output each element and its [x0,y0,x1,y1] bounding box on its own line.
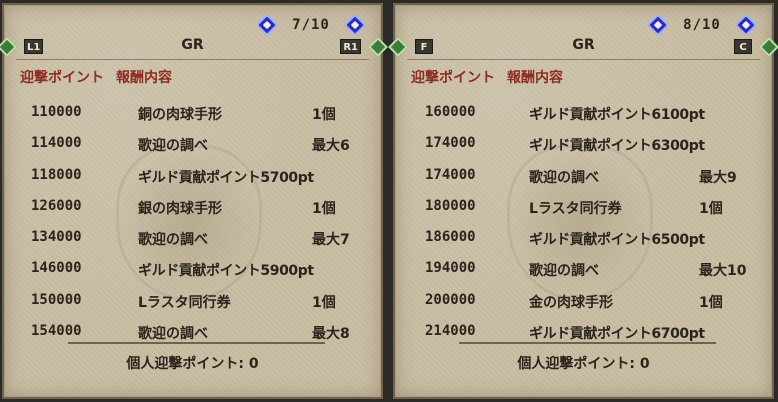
list-item: 134000 歌迎の調べ 最大7 [4,225,381,256]
points-value: 214000 [425,323,476,340]
points-value: 200000 [425,291,476,308]
column-headers: 迎撃ポイント 報酬内容 [411,67,563,87]
reward-list: 110000 銅の肉球手形 1個 114000 歌迎の調べ 最大6 118000… [4,100,381,350]
column-headers: 迎撃ポイント 報酬内容 [20,67,172,87]
reward-name: 銅の肉球手形 [138,107,222,123]
points-value: 134000 [31,229,82,246]
list-item: 110000 銅の肉球手形 1個 [4,100,381,131]
reward-qty: 1個 [699,200,723,217]
reward-name: ギルド貢献ポイント6100pt [529,107,705,123]
reward-name: 歌迎の調べ [138,326,208,343]
reward-panel-right: 8/10 F GR C 迎撃ポイント 報酬内容 160000 ギルド貢献ポイント… [388,3,778,399]
reward-name: 歌迎の調べ [138,138,208,155]
reward-name: 銀の肉球手形 [138,200,222,217]
reward-name: 金の肉球手形 [529,294,613,311]
points-value: 174000 [425,166,476,183]
reward-qty: 1個 [312,294,336,311]
footer-divider [459,342,716,344]
divider [407,59,760,60]
reward-qty: 1個 [312,107,336,123]
page-nav: 8/10 [614,13,758,37]
reward-name: ギルド貢献ポイント5700pt [138,169,314,186]
reward-name: ギルド貢献ポイント6300pt [529,138,705,155]
reward-list: 160000 ギルド貢献ポイント6100pt 174000 ギルド貢献ポイント6… [395,100,772,350]
list-item: 118000 ギルド貢献ポイント5700pt [4,163,381,194]
reward-name: 歌迎の調べ [138,232,208,249]
points-header: 迎撃ポイント [411,70,495,86]
rank-label: GR [572,37,595,53]
reward-qty: 1個 [699,294,723,311]
list-item: 146000 ギルド貢献ポイント5900pt [4,256,381,287]
list-item: 186000 ギルド貢献ポイント6500pt [395,225,772,256]
page-nav: 7/10 [223,13,367,37]
list-item: 126000 銀の肉球手形 1個 [4,194,381,225]
list-item: 150000 Lラスタ同行券 1個 [4,288,381,319]
reward-header: 報酬内容 [507,70,563,86]
reward-name: ギルド貢献ポイント5900pt [138,263,314,280]
points-value: 194000 [425,260,476,277]
reward-name: Lラスタ同行券 [529,200,622,217]
reward-qty: 最大6 [312,138,350,155]
reward-name: 歌迎の調べ [529,169,599,186]
footer-divider [68,342,325,344]
rank-label: GR [181,37,204,53]
reward-qty: 最大7 [312,232,350,249]
points-value: 146000 [31,260,82,277]
points-value: 110000 [31,104,82,120]
points-value: 186000 [425,229,476,246]
reward-qty: 最大8 [312,326,350,343]
points-value: 154000 [31,323,82,340]
title-row: F GR C [388,37,778,60]
reward-name: ギルド貢献ポイント6500pt [529,232,705,249]
prev-page-icon[interactable] [255,13,279,37]
reward-name: ギルド貢献ポイント6700pt [529,326,705,343]
points-value: 118000 [31,166,82,183]
reward-name: 歌迎の調べ [529,263,599,280]
prev-page-icon[interactable] [646,13,670,37]
points-value: 174000 [425,135,476,152]
personal-points: 個人迎撃ポイント: 0 [126,356,259,372]
list-item: 114000 歌迎の調べ 最大6 [4,131,381,162]
points-value: 150000 [31,291,82,308]
title-row: L1 GR R1 [0,37,388,60]
list-item: 174000 歌迎の調べ 最大9 [395,163,772,194]
page-indicator: 8/10 [683,17,721,33]
next-page-icon[interactable] [343,13,367,37]
personal-points: 個人迎撃ポイント: 0 [517,356,650,372]
list-item: 200000 金の肉球手形 1個 [395,288,772,319]
c-button-hint[interactable]: C [734,39,752,54]
points-header: 迎撃ポイント [20,70,104,86]
list-item: 180000 Lラスタ同行券 1個 [395,194,772,225]
points-value: 126000 [31,197,82,214]
reward-qty: 最大10 [699,263,747,280]
reward-name: Lラスタ同行券 [138,294,231,311]
list-item: 214000 ギルド貢献ポイント6700pt [395,319,772,350]
points-value: 114000 [31,135,82,152]
points-value: 180000 [425,197,476,214]
divider [16,59,369,60]
page-indicator: 7/10 [292,17,330,33]
list-item: 160000 ギルド貢献ポイント6100pt [395,100,772,131]
list-item: 194000 歌迎の調べ 最大10 [395,256,772,287]
reward-header: 報酬内容 [116,70,172,86]
reward-panel-left: 7/10 L1 GR R1 迎撃ポイント 報酬内容 110000 銅の肉球手形 … [0,3,388,399]
list-item: 174000 ギルド貢献ポイント6300pt [395,131,772,162]
list-item: 154000 歌迎の調べ 最大8 [4,319,381,350]
reward-qty: 1個 [312,200,336,217]
reward-qty: 最大9 [699,169,737,186]
next-page-icon[interactable] [734,13,758,37]
points-value: 160000 [425,104,476,120]
r1-button-hint[interactable]: R1 [340,39,361,54]
